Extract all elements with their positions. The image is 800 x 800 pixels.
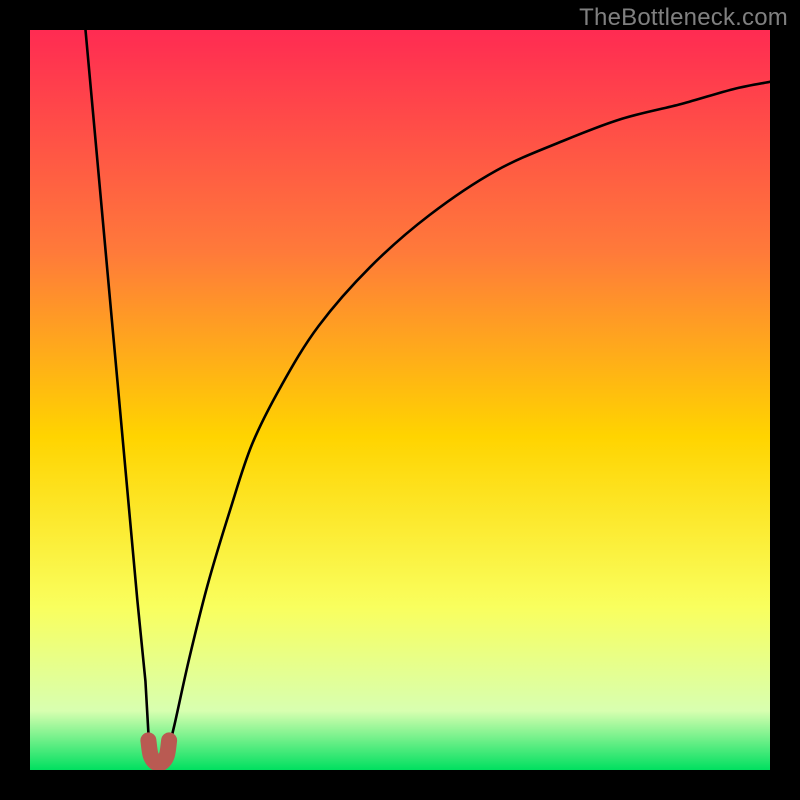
plot-area (30, 30, 770, 770)
watermark-text: TheBottleneck.com (579, 4, 788, 32)
curve-right-branch (167, 82, 770, 755)
chart-frame: TheBottleneck.com (0, 0, 800, 800)
curve-left-branch (86, 30, 151, 755)
curve-layer (30, 30, 770, 770)
bottom-marker (148, 740, 169, 763)
